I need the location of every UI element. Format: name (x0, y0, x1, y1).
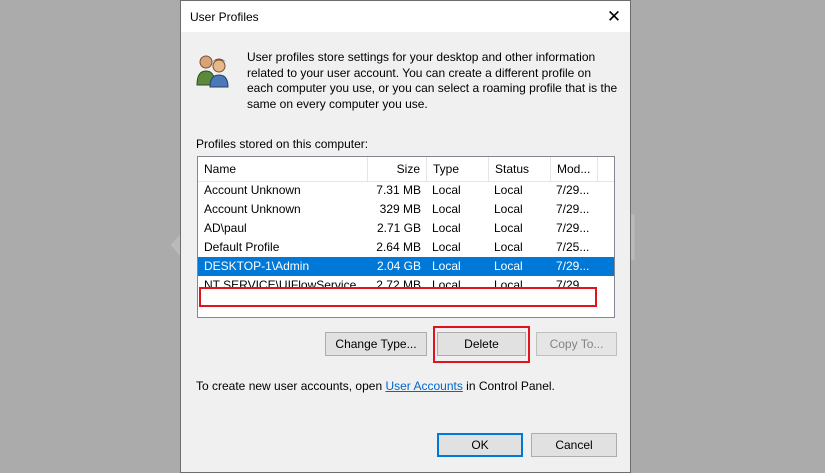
list-header: Name Size Type Status Mod... (198, 157, 614, 182)
cancel-button[interactable]: Cancel (531, 433, 617, 457)
footer-text: To create new user accounts, open User A… (196, 379, 555, 393)
table-row[interactable]: NT SERVICE\UIFlowService 2.72 MB Local L… (198, 276, 614, 295)
cell-type: Local (432, 240, 461, 254)
cell-size: 7.31 MB (376, 183, 421, 197)
footer-suffix: in Control Panel. (462, 379, 555, 393)
table-row[interactable]: Account Unknown 329 MB Local Local 7/29.… (198, 200, 614, 219)
user-profiles-dialog: User Profiles ✕ User profiles store sett… (180, 0, 631, 473)
change-type-button[interactable]: Change Type... (325, 332, 427, 356)
column-header-status[interactable]: Status (489, 157, 551, 181)
cell-name: Default Profile (204, 240, 280, 254)
title-bar: User Profiles ✕ (181, 1, 630, 32)
list-rows: Account Unknown 7.31 MB Local Local 7/29… (198, 181, 614, 295)
user-accounts-link[interactable]: User Accounts (385, 379, 462, 393)
cell-status: Local (494, 221, 523, 235)
cell-name: Account Unknown (204, 202, 301, 216)
cell-type: Local (432, 278, 461, 292)
footer-prefix: To create new user accounts, open (196, 379, 386, 393)
cell-modified: 7/29... (556, 278, 590, 292)
cell-type: Local (432, 183, 461, 197)
column-header-type[interactable]: Type (427, 157, 489, 181)
table-row[interactable]: AD\paul 2.71 GB Local Local 7/29... (198, 219, 614, 238)
cell-size: 2.71 GB (376, 221, 421, 235)
cell-status: Local (494, 259, 523, 273)
table-row[interactable]: Account Unknown 7.31 MB Local Local 7/29… (198, 181, 614, 200)
profiles-list[interactable]: Name Size Type Status Mod... Account Unk… (197, 156, 615, 318)
cell-size: 2.64 MB (376, 240, 421, 254)
cell-modified: 7/29... (556, 202, 590, 216)
users-icon (196, 55, 229, 88)
cell-status: Local (494, 278, 523, 292)
copy-to-button[interactable]: Copy To... (536, 332, 617, 356)
delete-button[interactable]: Delete (437, 332, 526, 356)
cell-name: AD\paul (204, 221, 247, 235)
cell-type: Local (432, 202, 461, 216)
cell-status: Local (494, 183, 523, 197)
cell-status: Local (494, 202, 523, 216)
cell-type: Local (432, 221, 461, 235)
cell-name: DESKTOP-1\Admin (204, 259, 310, 273)
cell-modified: 7/29... (556, 221, 590, 235)
cell-status: Local (494, 240, 523, 254)
column-header-size[interactable]: Size (368, 157, 427, 181)
description-text: User profiles store settings for your de… (247, 50, 618, 111)
close-icon[interactable]: ✕ (598, 1, 630, 32)
table-row[interactable]: Default Profile 2.64 MB Local Local 7/25… (198, 238, 614, 257)
cell-name: Account Unknown (204, 183, 301, 197)
table-row-selected[interactable]: DESKTOP-1\Admin 2.04 GB Local Local 7/29… (198, 257, 614, 276)
cell-name: NT SERVICE\UIFlowService (204, 278, 357, 292)
cell-modified: 7/29... (556, 259, 590, 273)
cell-modified: 7/29... (556, 183, 590, 197)
ok-button[interactable]: OK (437, 433, 523, 457)
profiles-list-label: Profiles stored on this computer: (196, 137, 369, 151)
cell-modified: 7/25... (556, 240, 590, 254)
cell-type: Local (432, 259, 461, 273)
dialog-title: User Profiles (190, 10, 259, 24)
column-header-name[interactable]: Name (198, 157, 368, 181)
cell-size: 2.04 GB (376, 259, 421, 273)
cell-size: 2.72 MB (376, 278, 421, 292)
cell-size: 329 MB (379, 202, 421, 216)
dialog-content: User profiles store settings for your de… (181, 32, 630, 472)
column-header-modified[interactable]: Mod... (551, 157, 598, 181)
